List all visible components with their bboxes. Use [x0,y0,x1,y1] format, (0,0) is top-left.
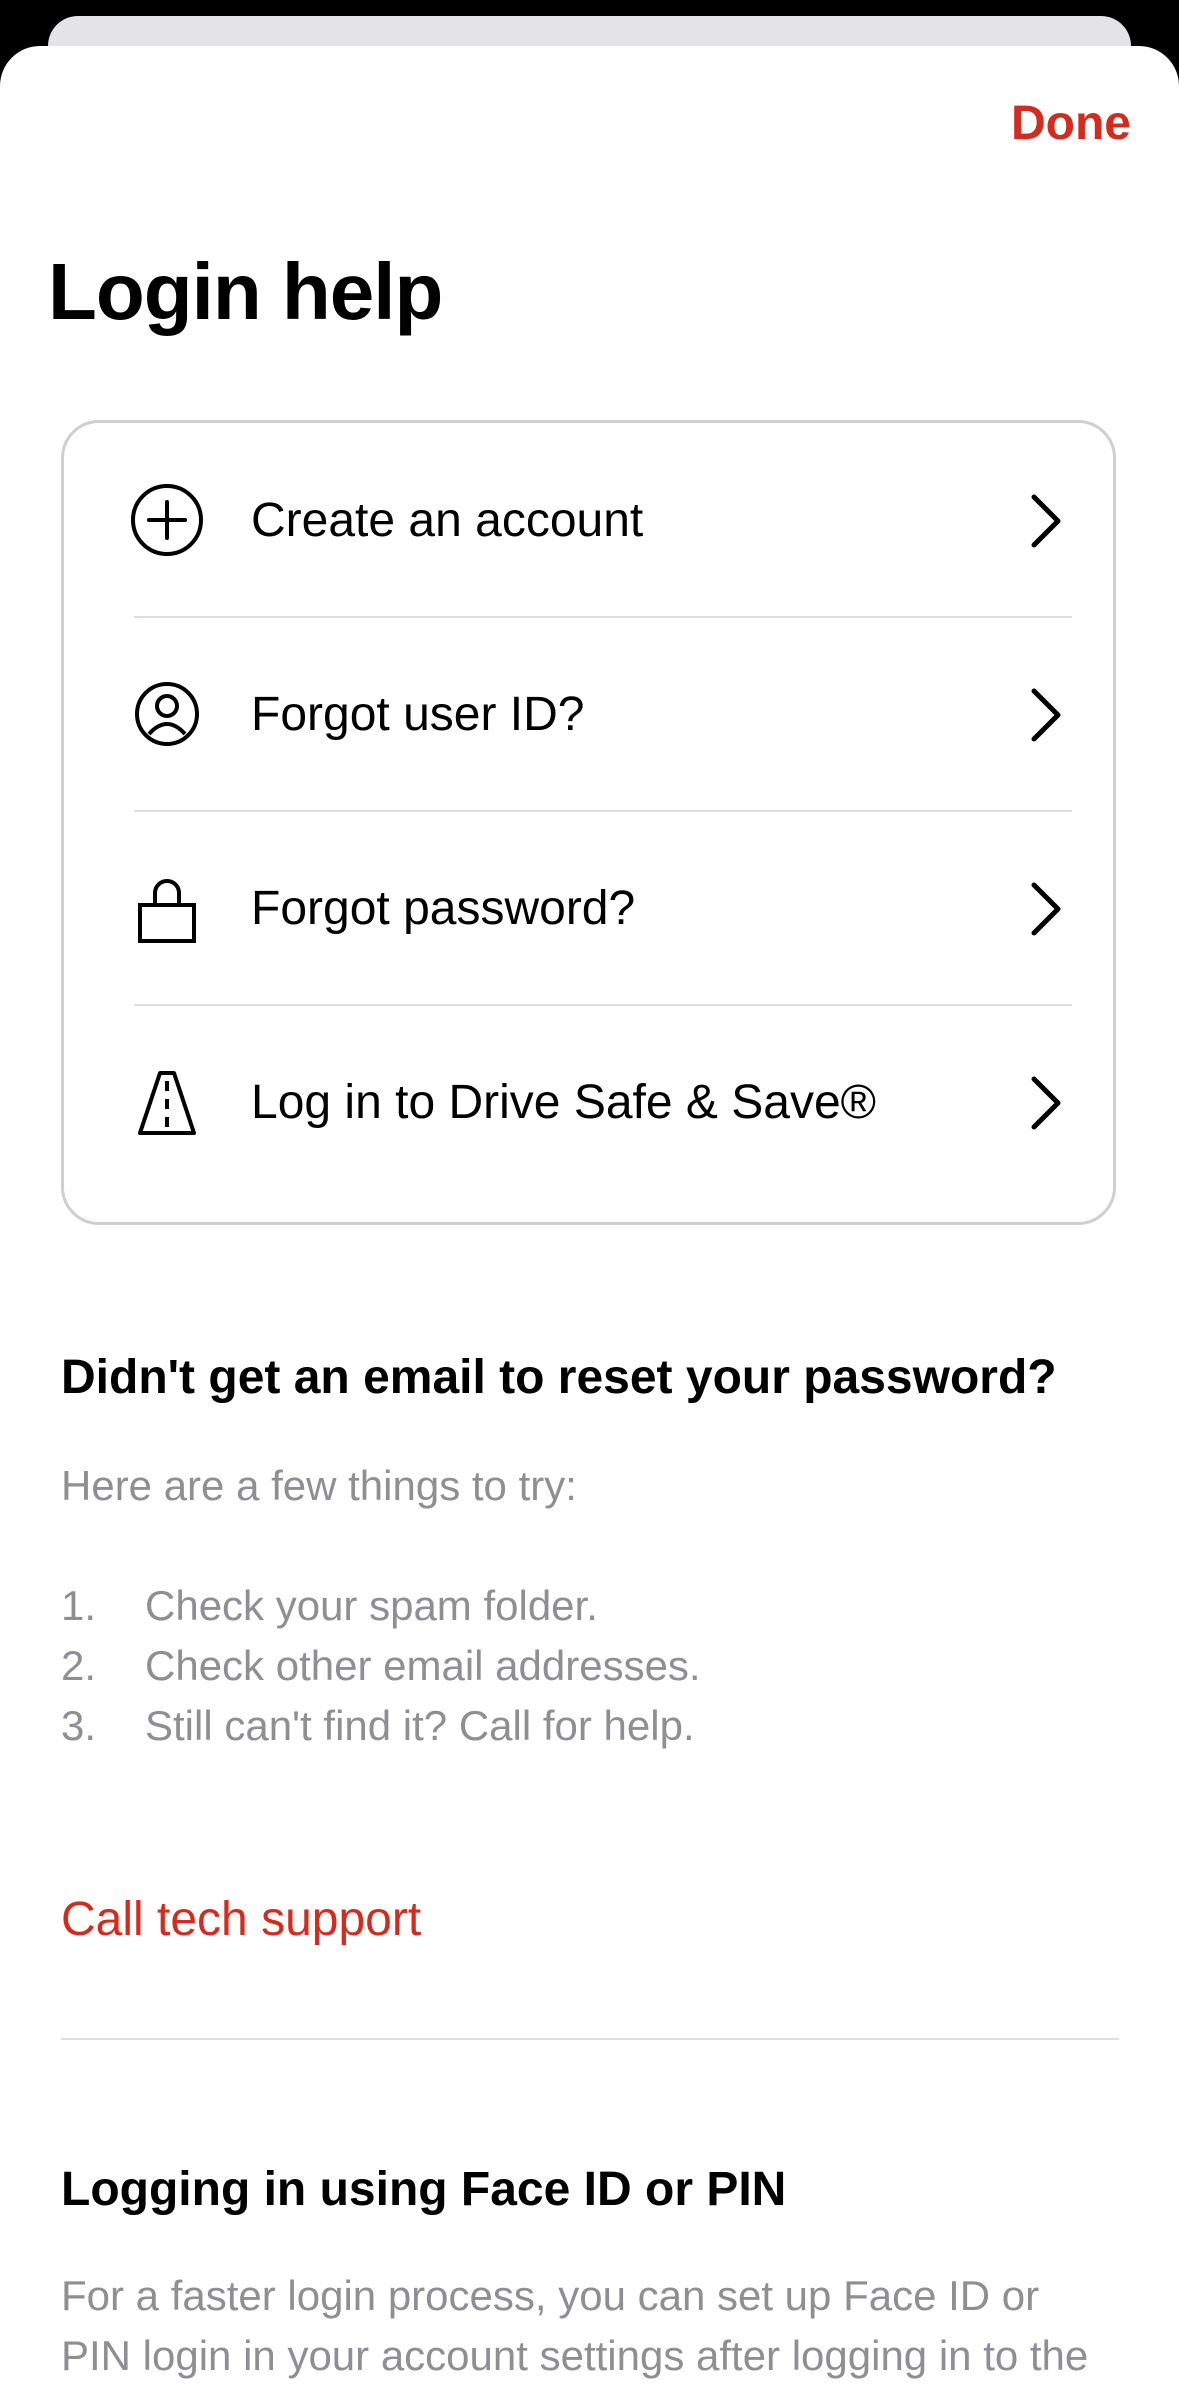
login-options-card: Create an account Forgot user ID? Forgot… [61,420,1116,1225]
create-account-label: Create an account [251,494,644,547]
forgot-user-id-option[interactable]: Forgot user ID? [64,617,1113,810]
chevron-right-icon [1014,491,1074,551]
email-help-intro: Here are a few things to try: [61,1462,577,1509]
email-help-steps: 1. Check your spam folder. 2. Check other … [61,1576,701,1756]
drive-safe-save-label: Log in to Drive Safe & Save® [251,1076,877,1129]
road-icon [130,1065,204,1139]
forgot-user-id-label: Forgot user ID? [251,688,585,741]
step-number: 1. [61,1582,97,1629]
call-tech-support-link[interactable]: Call tech support [61,1893,421,1947]
faceid-help-text: For a faster login process, you can set … [61,2272,1089,2396]
list-item: 3. Still can't find it? Call for help. [61,1696,701,1756]
forgot-password-label: Forgot password? [251,882,636,935]
chevron-right-icon [1014,1073,1074,1133]
section-divider [61,2038,1119,2040]
page-title: Login help [48,247,443,336]
chevron-right-icon [1014,879,1074,939]
chevron-right-icon [1014,685,1074,745]
step-number: 3. [61,1702,97,1749]
drive-safe-save-option[interactable]: Log in to Drive Safe & Save® [64,1005,1113,1198]
faceid-help-heading: Logging in using Face ID or PIN [61,2163,787,2216]
step-text: Still can't find it? Call for help. [145,1702,695,1749]
list-item: 2. Check other email addresses. [61,1636,701,1696]
step-text: Check your spam folder. [145,1582,598,1629]
done-button[interactable]: Done [1011,100,1131,148]
forgot-password-option[interactable]: Forgot password? [64,811,1113,1004]
step-text: Check other email addresses. [145,1642,701,1689]
plus-circle-icon [130,483,204,557]
step-number: 2. [61,1642,97,1689]
lock-icon [130,871,204,945]
login-help-sheet: Done Login help Create an account Forgot… [0,46,1179,2396]
create-account-option[interactable]: Create an account [64,423,1113,616]
list-item: 1. Check your spam folder. [61,1576,701,1636]
user-circle-icon [130,677,204,751]
email-help-heading: Didn't get an email to reset your passwo… [61,1351,1057,1404]
